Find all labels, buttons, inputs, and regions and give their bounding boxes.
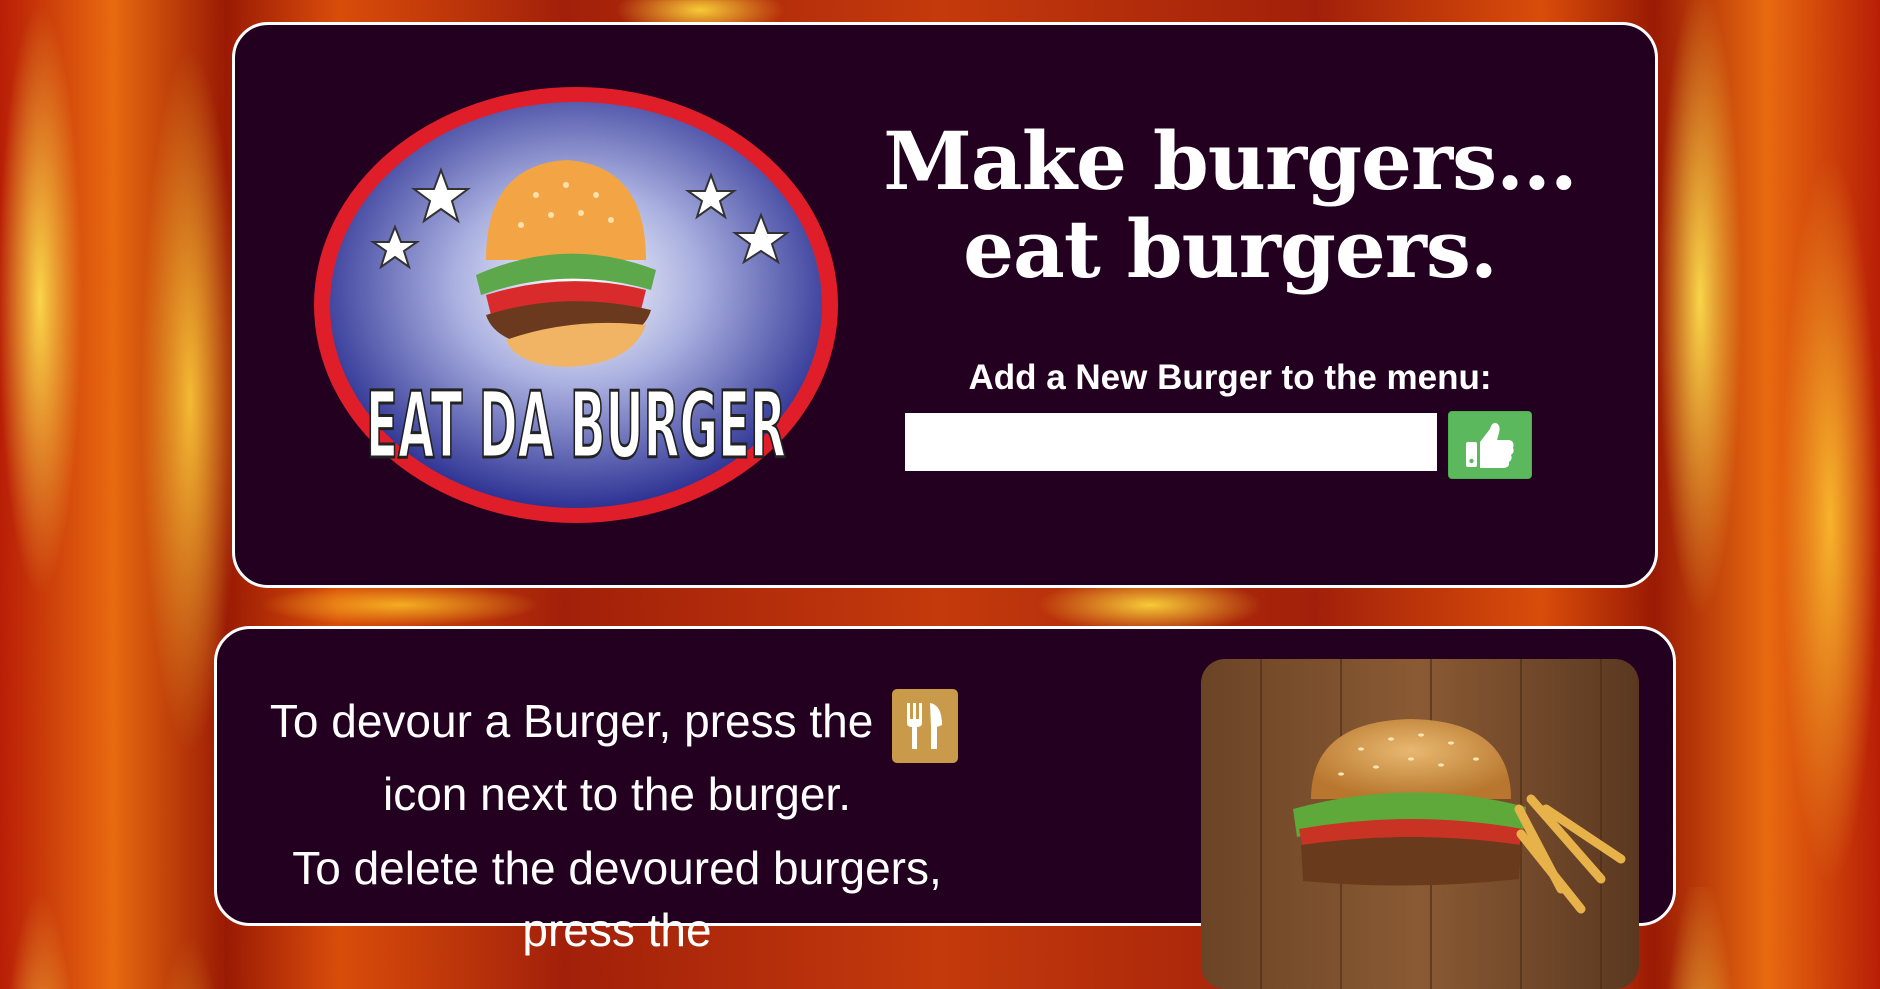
- burger-photo: [1201, 659, 1639, 989]
- thumbs-up-icon: [1466, 422, 1514, 468]
- headline-line-2: eat burgers.: [963, 202, 1498, 296]
- devour-instructions: To devour a Burger, press the icon next …: [257, 689, 977, 825]
- devour-text-after: icon next to the burger.: [383, 768, 851, 820]
- add-burger-label: Add a New Burger to the menu:: [968, 358, 1492, 397]
- eat-da-burger-logo: EAT DA BURGER: [314, 87, 838, 523]
- burger-name-input[interactable]: [905, 413, 1437, 471]
- headline-line-1: Make burgers...: [883, 114, 1577, 208]
- add-burger-button[interactable]: [1448, 411, 1532, 479]
- delete-instructions: To delete the devoured burgers, press th…: [292, 842, 942, 956]
- instructions-panel: To devour a Burger, press the icon next …: [214, 626, 1676, 989]
- page-title: Make burgers... eat burgers.: [865, 117, 1595, 293]
- fork-knife-icon: [892, 689, 959, 763]
- devour-text-before: To devour a Burger, press the: [269, 695, 874, 747]
- add-burger-panel: EAT DA BURGER Make burgers... eat burger…: [232, 22, 1658, 588]
- logo-text: EAT DA BURGER: [366, 372, 786, 479]
